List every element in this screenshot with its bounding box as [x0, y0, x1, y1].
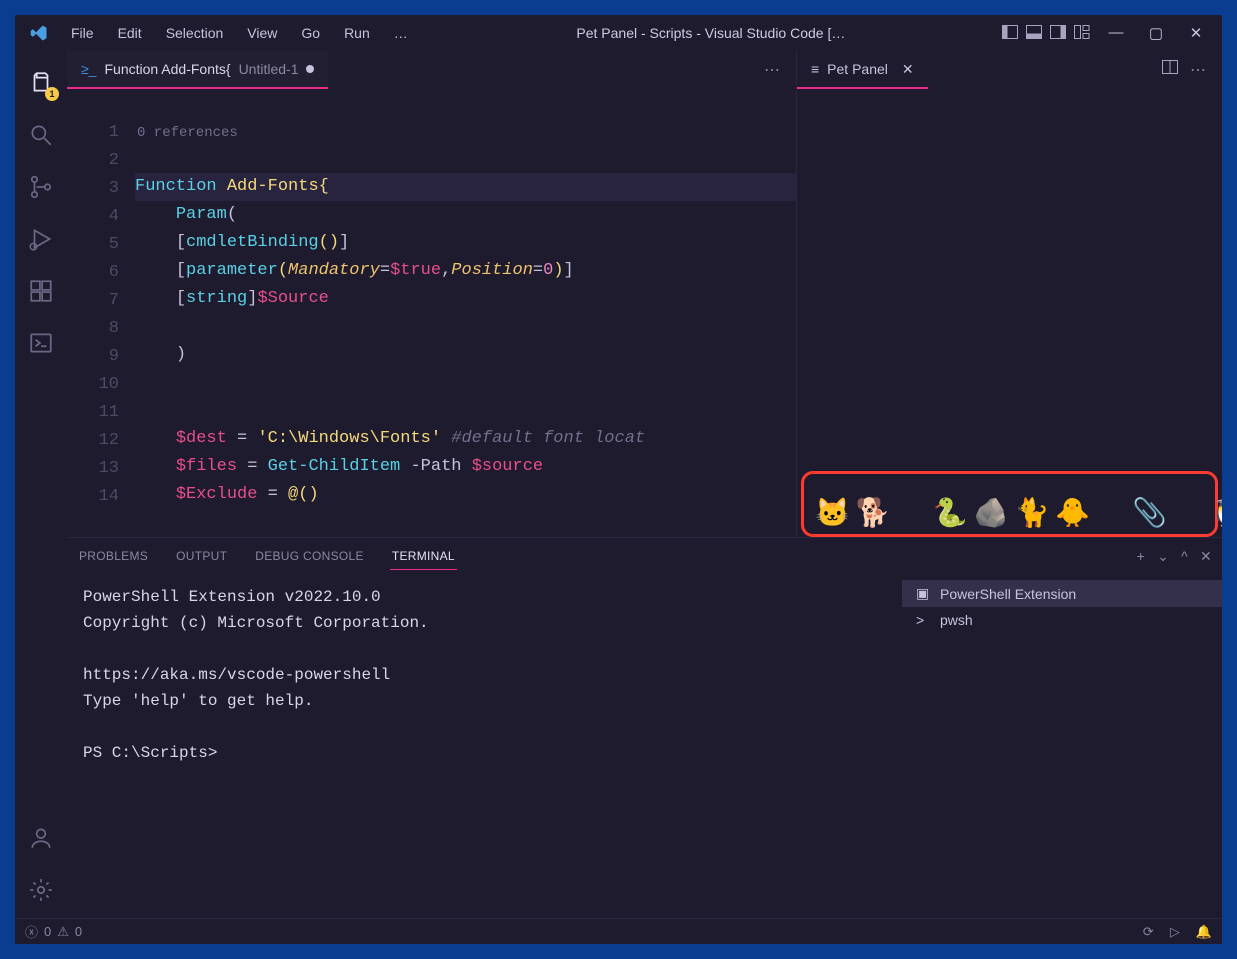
panel-tab-bar: PROBLEMS OUTPUT DEBUG CONSOLE TERMINAL +…: [67, 538, 1222, 574]
terminal-list: ▣ PowerShell Extension > pwsh: [902, 574, 1222, 918]
pet-more-actions-icon[interactable]: ⋯: [1190, 60, 1206, 80]
editor-pane: ≥_ Function Add-Fonts{ Untitled-1 ⋯ 1: [67, 51, 796, 537]
pet-panel: ≡ Pet Panel ✕ ⋯ 🐱 🐕: [796, 51, 1222, 537]
split-editor-icon[interactable]: [1162, 60, 1178, 80]
pet-canvas[interactable]: 🐱 🐕 🐍 🪨 🐈 🐥 📎 🐧: [797, 91, 1222, 537]
menu-more-icon[interactable]: …: [382, 19, 420, 47]
minimize-icon[interactable]: —: [1108, 24, 1124, 42]
main-split: ≥_ Function Add-Fonts{ Untitled-1 ⋯ 1: [67, 51, 1222, 918]
pet-sprite[interactable]: 🐱: [815, 496, 850, 529]
accounts-icon[interactable]: [27, 824, 55, 852]
explorer-badge: 1: [45, 87, 59, 101]
terminal-ps-icon: ▣: [916, 585, 932, 602]
terminal-item-powershell-extension[interactable]: ▣ PowerShell Extension: [902, 580, 1222, 607]
window-title: Pet Panel - Scripts - Visual Studio Code…: [420, 25, 1002, 41]
maximize-icon[interactable]: ▢: [1148, 24, 1164, 42]
unsaved-indicator-icon: [306, 65, 314, 73]
maximize-panel-icon[interactable]: ^: [1181, 548, 1188, 565]
pet-sprite[interactable]: 🐕: [856, 496, 891, 529]
run-debug-icon[interactable]: [27, 225, 55, 253]
panel-body: PowerShell Extension v2022.10.0 Copyrigh…: [67, 574, 1222, 918]
pets-row: 🐱 🐕 🐍 🪨 🐈 🐥 📎 🐧: [815, 496, 1204, 529]
pet-sprite[interactable]: 🐈: [1015, 496, 1050, 529]
menu-go[interactable]: Go: [289, 19, 332, 47]
panel-tab-output[interactable]: OUTPUT: [174, 543, 229, 569]
pet-sprite[interactable]: 🐍: [933, 496, 968, 529]
search-icon[interactable]: [27, 121, 55, 149]
editor-split: ≥_ Function Add-Fonts{ Untitled-1 ⋯ 1: [67, 51, 1222, 538]
terminal-item-label: PowerShell Extension: [940, 586, 1076, 602]
vscode-logo-icon: [29, 23, 49, 43]
toggle-secondary-sidebar-icon[interactable]: [1050, 25, 1068, 41]
close-panel-icon[interactable]: ✕: [1200, 548, 1212, 565]
code-editor[interactable]: 1 2 3 4 5 6 7 8 9 10 11 12 13: [67, 91, 796, 537]
layout-controls: [1002, 25, 1092, 41]
editor-tab[interactable]: ≥_ Function Add-Fonts{ Untitled-1: [67, 51, 328, 89]
pet-tab-label: Pet Panel: [827, 61, 888, 77]
menu-run[interactable]: Run: [332, 19, 382, 47]
powershell-file-icon: ≥_: [81, 61, 96, 77]
status-notifications-icon[interactable]: 🔔: [1196, 924, 1212, 940]
powershell-icon[interactable]: [27, 329, 55, 357]
pet-tab-bar: ≡ Pet Panel ✕ ⋯: [797, 51, 1222, 91]
body-area: 1: [15, 51, 1222, 918]
status-warnings-icon[interactable]: ⚠: [57, 924, 69, 940]
pet-sprite[interactable]: 🪨: [974, 496, 1009, 529]
customize-layout-icon[interactable]: [1074, 25, 1092, 41]
toggle-panel-icon[interactable]: [1026, 25, 1044, 41]
status-github-icon[interactable]: ⟳: [1143, 924, 1154, 940]
status-bar: ⓧ 0 ⚠ 0 ⟳ ▷ 🔔: [15, 918, 1222, 944]
code-content[interactable]: 0 references Function Add-Fonts{ Param( …: [135, 91, 796, 537]
panel-tab-terminal[interactable]: TERMINAL: [390, 543, 457, 570]
status-errors-icon[interactable]: ⓧ: [25, 922, 38, 941]
menu-file[interactable]: File: [59, 19, 106, 47]
pet-sprite[interactable]: 🐧: [1209, 496, 1222, 529]
status-error-count: 0: [44, 924, 51, 939]
editor-more-actions-icon[interactable]: ⋯: [764, 60, 780, 80]
window-controls: — ▢ ✕: [1108, 24, 1204, 42]
status-warning-count: 0: [75, 924, 82, 939]
toggle-primary-sidebar-icon[interactable]: [1002, 25, 1020, 41]
pet-list-icon: ≡: [811, 61, 819, 77]
line-gutter: 1 2 3 4 5 6 7 8 9 10 11 12 13: [67, 91, 135, 537]
pet-panel-tab[interactable]: ≡ Pet Panel ✕: [797, 51, 928, 89]
vscode-window: File Edit Selection View Go Run … Pet Pa…: [15, 15, 1222, 944]
terminal-item-label: pwsh: [940, 612, 973, 628]
editor-tab-bar: ≥_ Function Add-Fonts{ Untitled-1 ⋯: [67, 51, 796, 91]
panel-tab-debug-console[interactable]: DEBUG CONSOLE: [253, 543, 366, 569]
activity-bar: 1: [15, 51, 67, 918]
terminal-output[interactable]: PowerShell Extension v2022.10.0 Copyrigh…: [67, 574, 902, 918]
title-bar: File Edit Selection View Go Run … Pet Pa…: [15, 15, 1222, 51]
pet-sprite[interactable]: 🐥: [1055, 496, 1090, 529]
menu-view[interactable]: View: [235, 19, 289, 47]
source-control-icon[interactable]: [27, 173, 55, 201]
close-icon[interactable]: ✕: [1188, 24, 1204, 42]
pet-sprite[interactable]: 📎: [1132, 496, 1167, 529]
status-run-icon[interactable]: ▷: [1170, 924, 1180, 940]
menu-bar: File Edit Selection View Go Run …: [59, 19, 420, 47]
terminal-dropdown-icon[interactable]: ⌄: [1157, 548, 1169, 565]
menu-edit[interactable]: Edit: [106, 19, 154, 47]
terminal-item-pwsh[interactable]: > pwsh: [902, 607, 1222, 633]
terminal-shell-icon: >: [916, 612, 932, 628]
explorer-icon[interactable]: 1: [27, 69, 55, 97]
tab-title: Function Add-Fonts{: [104, 61, 230, 77]
codelens-reference[interactable]: 0 references: [135, 121, 796, 145]
bottom-panel: PROBLEMS OUTPUT DEBUG CONSOLE TERMINAL +…: [67, 538, 1222, 918]
close-pet-tab-icon[interactable]: ✕: [902, 61, 914, 78]
extensions-icon[interactable]: [27, 277, 55, 305]
new-terminal-icon[interactable]: +: [1137, 548, 1145, 565]
panel-tab-problems[interactable]: PROBLEMS: [77, 543, 150, 569]
menu-selection[interactable]: Selection: [154, 19, 236, 47]
tab-subtitle: Untitled-1: [239, 61, 299, 77]
settings-gear-icon[interactable]: [27, 876, 55, 904]
